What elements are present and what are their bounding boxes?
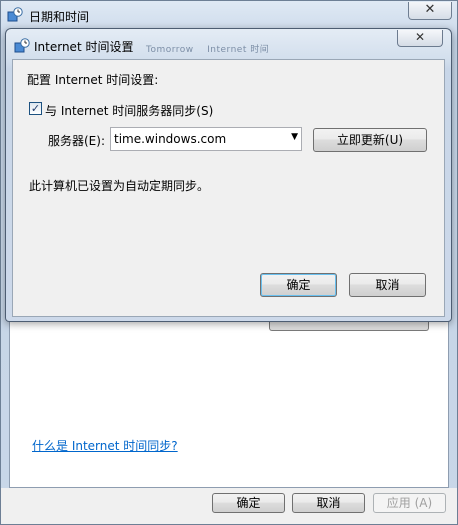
clock-globe-icon	[14, 38, 30, 54]
section-label: 配置 Internet 时间设置:	[27, 73, 159, 87]
update-now-button[interactable]: 立即更新(U)	[313, 128, 427, 152]
clock-globe-icon	[7, 7, 23, 23]
chevron-down-icon[interactable]: ▼	[291, 132, 298, 142]
apply-button[interactable]: 应用 (A)	[373, 493, 446, 513]
server-combobox[interactable]: time.windows.com ▼	[110, 127, 302, 151]
close-icon: ✕	[414, 30, 426, 44]
dialog-title: Internet 时间设置	[34, 40, 134, 54]
what-is-internet-time-link[interactable]: 什么是 Internet 时间同步?	[32, 437, 178, 454]
dialog-cancel-button[interactable]: 取消	[349, 273, 426, 297]
ok-button[interactable]: 确定	[212, 493, 285, 513]
sync-checkbox-label[interactable]: 与 Internet 时间服务器同步(S)	[45, 102, 213, 119]
server-value: time.windows.com	[114, 132, 227, 146]
sync-checkbox[interactable]: ✓	[29, 102, 42, 115]
dialog-close-button[interactable]: ✕	[397, 30, 443, 47]
window-title: 日期和时间	[29, 10, 90, 24]
sync-status-text: 此计算机已设置为自动定期同步。	[29, 179, 210, 193]
date-time-titlebar[interactable]: 日期和时间 ✕	[1, 1, 457, 31]
close-button[interactable]: ✕	[408, 2, 452, 20]
check-mark-icon: ✓	[30, 102, 41, 115]
server-label: 服务器(E):	[48, 134, 105, 148]
dialog-ok-button[interactable]: 确定	[260, 273, 337, 297]
titlebar-ghost-text: Tomorrow Internet 时间	[146, 45, 270, 55]
cancel-button[interactable]: 取消	[292, 493, 365, 513]
close-icon: ✕	[424, 2, 436, 17]
